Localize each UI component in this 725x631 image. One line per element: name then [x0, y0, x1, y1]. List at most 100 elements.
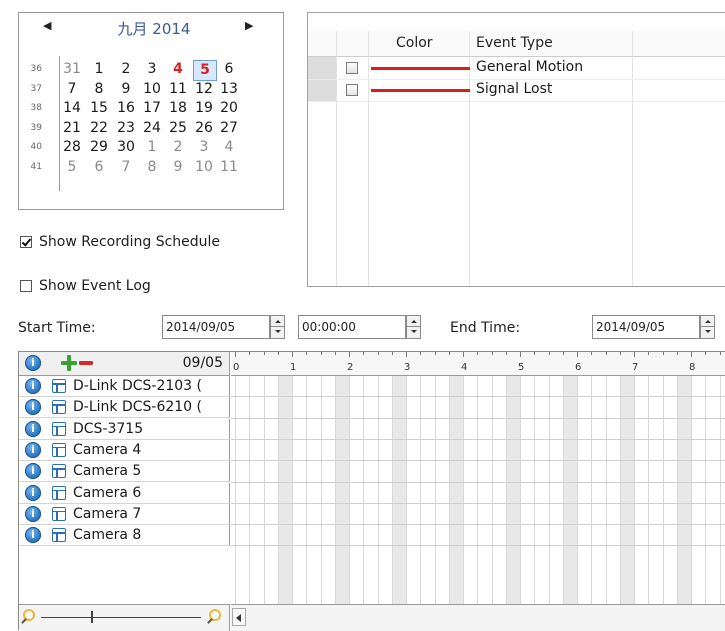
calendar-day[interactable]: 3: [141, 60, 163, 79]
week-number: 36: [30, 64, 42, 74]
timeline-row-line: [231, 460, 725, 462]
calendar-day[interactable]: 8: [88, 80, 110, 99]
calendar-day[interactable]: 24: [141, 119, 163, 138]
calendar-day[interactable]: 5: [61, 158, 83, 177]
calendar-day[interactable]: 26: [193, 119, 215, 138]
timeline-horizontal-scrollbar[interactable]: [231, 604, 725, 631]
event-color-swatch[interactable]: [371, 89, 470, 92]
calendar-month-title[interactable]: 九月 2014: [79, 18, 229, 39]
end-date-spinner[interactable]: [700, 315, 715, 339]
calendar-day[interactable]: 3: [193, 138, 215, 157]
calendar-day[interactable]: 20: [218, 99, 240, 118]
calendar-day[interactable]: 23: [115, 119, 137, 138]
calendar-day[interactable]: 6: [218, 60, 240, 79]
camera-row[interactable]: i D-Link DCS-6210 (: [19, 397, 230, 419]
start-time-field[interactable]: 00:00:00: [298, 315, 406, 339]
calendar-day[interactable]: 21: [61, 119, 83, 138]
camera-row[interactable]: i Camera 6: [19, 482, 230, 504]
event-enable-checkbox[interactable]: [346, 62, 358, 74]
camera-row[interactable]: i Camera 8: [19, 525, 230, 547]
camera-list-header: i 09/05: [19, 352, 230, 376]
info-icon[interactable]: i: [25, 527, 41, 544]
end-date-field[interactable]: 2014/09/05: [592, 315, 700, 339]
calendar-day[interactable]: 19: [193, 99, 215, 118]
calendar-day[interactable]: 4: [218, 138, 240, 157]
recording-timeline[interactable]: 0 1 2 3 4 5 6 7 8: [231, 352, 725, 604]
timeline-row-line: [231, 481, 725, 483]
calendar-day-selected[interactable]: 5: [193, 60, 217, 81]
camera-row[interactable]: i Camera 4: [19, 439, 230, 461]
calendar-day[interactable]: 12: [193, 80, 215, 99]
calendar-day[interactable]: 29: [88, 138, 110, 157]
scroll-left-button[interactable]: [232, 608, 246, 626]
calendar-day[interactable]: 7: [115, 158, 137, 177]
calendar-day[interactable]: 1: [141, 138, 163, 157]
camera-row[interactable]: i Camera 5: [19, 461, 230, 483]
triangle-left-icon[interactable]: ◀: [43, 19, 51, 32]
calendar-day[interactable]: 18: [167, 99, 189, 118]
zoom-in-icon[interactable]: [209, 609, 221, 621]
event-color-swatch[interactable]: [371, 67, 470, 70]
event-row[interactable]: Signal Lost: [308, 79, 725, 102]
start-time-label: Start Time:: [18, 320, 96, 336]
calendar-day[interactable]: 17: [141, 99, 163, 118]
show-event-log-checkbox[interactable]: [20, 280, 32, 292]
calendar-day[interactable]: 25: [167, 119, 189, 138]
show-event-log-option[interactable]: Show Event Log: [20, 277, 151, 295]
info-icon[interactable]: i: [25, 378, 41, 394]
event-type-grid: Color Event Type General Motion Signal Lo…: [307, 12, 725, 287]
start-date-field[interactable]: 2014/09/05: [162, 315, 270, 339]
zoom-out-icon[interactable]: [23, 609, 35, 621]
calendar-day[interactable]: 28: [61, 138, 83, 157]
ruler-tick: [292, 352, 293, 357]
event-enable-checkbox[interactable]: [346, 84, 358, 96]
start-time-spinner[interactable]: [406, 315, 421, 339]
calendar-day[interactable]: 7: [61, 80, 83, 99]
show-recording-schedule-option[interactable]: Show Recording Schedule: [20, 233, 220, 251]
calendar-day[interactable]: 15: [88, 99, 110, 118]
triangle-right-icon[interactable]: ▶: [245, 19, 253, 32]
calendar-day[interactable]: 22: [88, 119, 110, 138]
zoom-slider-track[interactable]: [41, 617, 201, 618]
calendar-day[interactable]: 10: [193, 158, 215, 177]
info-icon[interactable]: i: [25, 420, 41, 437]
calendar-day[interactable]: 16: [115, 99, 137, 118]
camera-row[interactable]: i Camera 7: [19, 503, 230, 525]
calendar-day[interactable]: 2: [167, 138, 189, 157]
zoom-slider-thumb[interactable]: [91, 611, 93, 623]
calendar-day-today[interactable]: 4: [167, 60, 189, 79]
calendar-day[interactable]: 10: [141, 80, 163, 99]
minus-icon[interactable]: [79, 361, 93, 365]
calendar-day[interactable]: 8: [141, 158, 163, 177]
calendar-day[interactable]: 14: [61, 99, 83, 118]
hour-label: 7: [632, 362, 639, 373]
calendar-day[interactable]: 1: [88, 60, 110, 79]
timeline-gridline: [263, 376, 265, 604]
column-event-type-header[interactable]: Event Type: [476, 31, 553, 56]
calendar-day[interactable]: 13: [218, 80, 240, 99]
show-recording-schedule-checkbox[interactable]: [20, 236, 32, 248]
calendar-day[interactable]: 9: [167, 158, 189, 177]
calendar-day[interactable]: 6: [88, 158, 110, 177]
calendar-day[interactable]: 9: [115, 80, 137, 99]
calendar-day[interactable]: 30: [115, 138, 137, 157]
column-color-header[interactable]: Color: [396, 31, 433, 56]
info-icon[interactable]: i: [25, 463, 41, 480]
start-date-spinner[interactable]: [270, 315, 285, 339]
timeline-grid[interactable]: [231, 376, 725, 604]
info-icon[interactable]: i: [25, 484, 41, 501]
calendar-day[interactable]: 2: [115, 60, 137, 79]
timeline-band: [505, 376, 520, 604]
info-icon[interactable]: i: [25, 441, 41, 458]
info-icon[interactable]: i: [25, 399, 41, 416]
camera-row[interactable]: i DCS-3715: [19, 418, 230, 440]
plus-icon[interactable]: [61, 355, 77, 371]
info-icon[interactable]: i: [25, 355, 41, 371]
event-row[interactable]: General Motion: [308, 57, 725, 80]
calendar-day[interactable]: 11: [167, 80, 189, 99]
calendar-day[interactable]: 27: [218, 119, 240, 138]
info-icon[interactable]: i: [25, 505, 41, 522]
camera-row[interactable]: i D-Link DCS-2103 (: [19, 376, 230, 397]
calendar-day[interactable]: 11: [218, 158, 240, 177]
calendar-day[interactable]: 31: [61, 60, 83, 79]
